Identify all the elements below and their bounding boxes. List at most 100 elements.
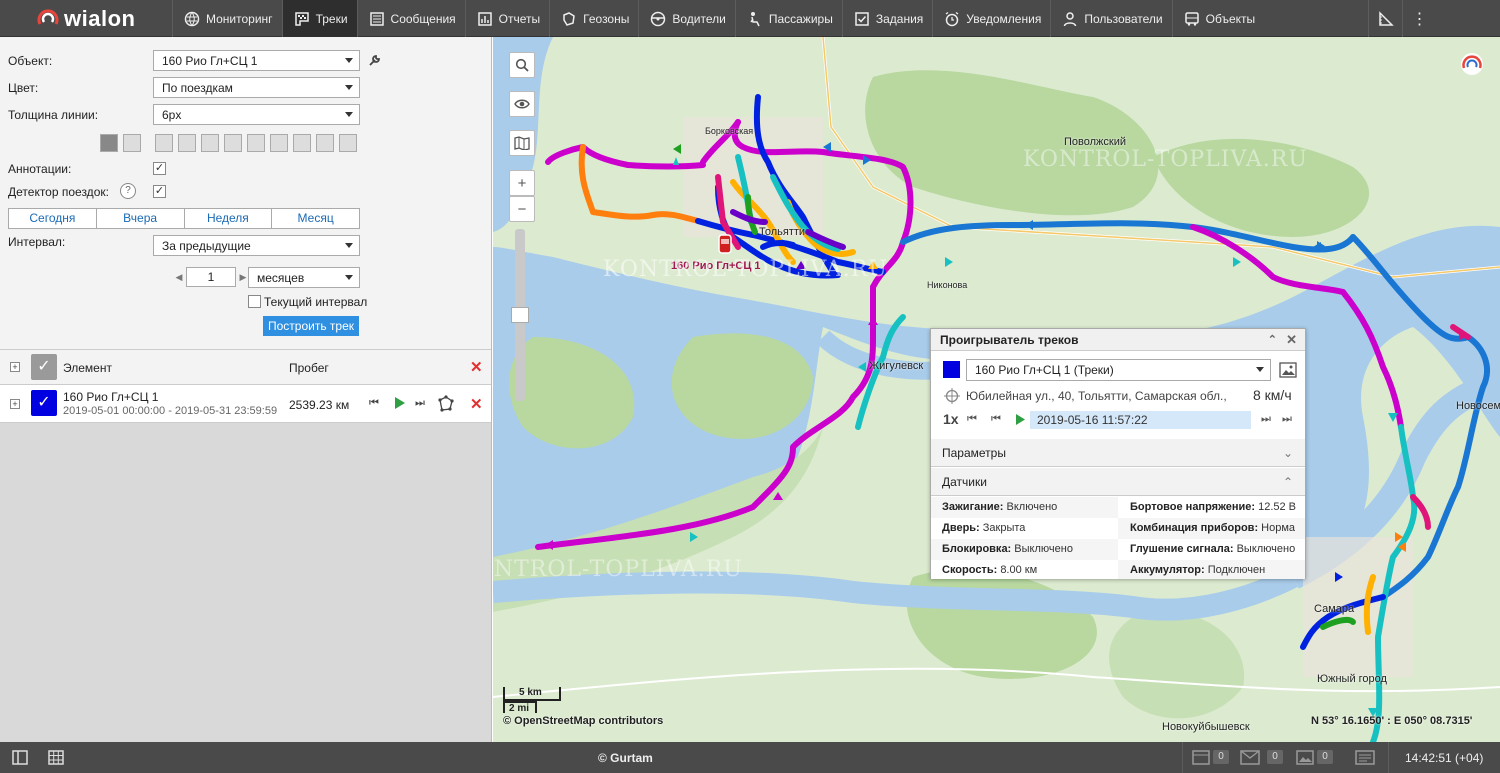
tab-month[interactable]: Месяц [272, 209, 359, 228]
zoom-slider[interactable] [511, 229, 529, 401]
track-number-icon[interactable] [100, 134, 118, 152]
map-view[interactable]: Тольятти Поволжский Жигулевск Самара Нов… [493, 37, 1500, 742]
stop-icon[interactable] [316, 134, 334, 152]
help-icon[interactable]: ? [120, 183, 136, 199]
wialon-logo[interactable]: wialon [0, 0, 172, 37]
flag-icon[interactable] [224, 134, 242, 152]
nav-users[interactable]: Пользователи [1050, 0, 1171, 37]
params-section-header[interactable]: Параметры ⌄ [931, 439, 1305, 467]
current-interval-checkbox[interactable] [248, 295, 261, 308]
nav-units[interactable]: Объекты [1171, 0, 1265, 37]
map-label-borkovskaya: Борковская [705, 126, 754, 136]
map-label-yuzhny: Южный город [1317, 673, 1387, 685]
delete-all-icon[interactable]: ✕ [470, 358, 483, 376]
sms-icon[interactable] [1192, 750, 1210, 765]
track-color-checkbox[interactable]: ✓ [31, 390, 57, 416]
mail-icon[interactable] [1240, 750, 1260, 765]
nav-monitoring[interactable]: Мониторинг [172, 0, 282, 37]
scale-bar-mi: 2 mi [503, 701, 537, 714]
build-track-button[interactable]: Построить трек [263, 316, 359, 336]
fast-forward-icon[interactable]: ⏭ [415, 397, 425, 410]
playback-timeline[interactable]: 2019-05-16 11:57:22 [1030, 411, 1251, 429]
sensor-value: Норма [1261, 522, 1296, 534]
nav-label: Задания [875, 11, 924, 26]
image-icon[interactable] [1296, 750, 1314, 765]
skip-to-start-icon[interactable]: ⏮ [967, 413, 977, 426]
rewind-icon[interactable]: ⏮ [369, 397, 379, 410]
track-row[interactable]: + ✓ 160 Рио Гл+СЦ 1 2019-05-01 00:00:00 … [0, 385, 491, 423]
play-icon[interactable] [1015, 413, 1026, 426]
speeding-icon[interactable] [178, 134, 196, 152]
trip-detector-checkbox[interactable]: ✓ [153, 185, 166, 198]
tab-week[interactable]: Неделя [185, 209, 273, 228]
expand-row-icon[interactable]: + [10, 399, 20, 409]
event-log-icon[interactable] [1355, 750, 1375, 765]
geofence-from-track-icon[interactable] [437, 395, 455, 413]
grid-layout-icon[interactable] [48, 750, 64, 765]
sensor-name: Блокировка: [942, 543, 1012, 555]
event-arrow-icon[interactable] [339, 134, 357, 152]
playback-speed-multiplier[interactable]: 1x [943, 411, 959, 427]
zoom-slider-handle[interactable] [511, 307, 529, 323]
scale-km-label: 5 km [519, 687, 542, 698]
trips-icon[interactable] [155, 134, 173, 152]
nav-geofences[interactable]: Геозоны [549, 0, 638, 37]
play-icon[interactable] [394, 396, 406, 410]
color-label: Цвет: [8, 81, 39, 95]
expand-all-icon[interactable]: + [10, 362, 20, 372]
parking-icon[interactable] [293, 134, 311, 152]
nav-passengers[interactable]: Пассажиры [734, 0, 842, 37]
line-width-select[interactable]: 6px [153, 104, 360, 125]
ruler-tool-button[interactable] [1368, 0, 1402, 37]
tracks-icon [294, 11, 309, 26]
nav-messages[interactable]: Сообщения [356, 0, 465, 37]
eye-icon [514, 99, 530, 109]
color-select[interactable]: По поездкам [153, 77, 360, 98]
watermark-text: KONTROL-TOPLIVA.RU [493, 557, 743, 582]
nav-drivers[interactable]: Водители [638, 0, 734, 37]
delete-track-icon[interactable]: ✕ [470, 395, 483, 413]
markers-icon[interactable] [123, 134, 141, 152]
tab-yesterday[interactable]: Вчера [97, 209, 185, 228]
map-search-button[interactable] [509, 52, 535, 78]
close-icon[interactable]: ✕ [1286, 329, 1297, 351]
more-menu-button[interactable]: ⋮ [1402, 0, 1436, 37]
step-forward-icon[interactable]: ⏭ [1261, 413, 1271, 426]
interval-count-input[interactable]: 1 [186, 267, 236, 287]
step-back-icon[interactable]: ⏮ [991, 413, 1001, 426]
map-layers-visibility-button[interactable] [509, 91, 535, 117]
sensors-section-header[interactable]: Датчики ⌃ [931, 468, 1305, 496]
empty-list-area [0, 423, 491, 742]
interval-select[interactable]: За предыдущие [153, 235, 360, 256]
object-select[interactable]: 160 Рио Гл+СЦ 1 [153, 50, 360, 71]
panel-layout-icon[interactable] [12, 750, 28, 765]
nav-label: Геозоны [583, 11, 630, 26]
zoom-in-button[interactable]: + [509, 170, 535, 196]
sensor-name: Зажигание: [942, 501, 1004, 513]
decrement-arrow-icon[interactable]: ◀ [172, 272, 186, 283]
select-all-checkbox[interactable]: ✓ [31, 354, 57, 380]
nav-notifications[interactable]: Уведомления [932, 0, 1050, 37]
tab-today[interactable]: Сегодня [9, 209, 97, 228]
sensor-blocking: Блокировка: Выключено [942, 543, 1073, 555]
skip-to-end-icon[interactable]: ⏭ [1282, 413, 1292, 426]
wrench-icon[interactable] [368, 54, 381, 67]
nav-tracks[interactable]: Треки [281, 0, 357, 37]
annotations-checkbox[interactable]: ✓ [153, 162, 166, 175]
nav-tasks[interactable]: Задания [841, 0, 932, 37]
picture-icon[interactable] [1279, 362, 1297, 378]
video-icon[interactable] [270, 134, 288, 152]
fuel-icon[interactable] [201, 134, 219, 152]
track-player-window: Проигрыватель треков ⌃ ✕ 160 Рио Гл+СЦ 1… [930, 328, 1306, 579]
player-track-select[interactable]: 160 Рио Гл+СЦ 1 (Треки) [966, 359, 1271, 381]
zoom-out-button[interactable]: − [509, 196, 535, 222]
image-icon[interactable] [247, 134, 265, 152]
map-type-button[interactable] [509, 130, 535, 156]
collapse-icon[interactable]: ⌃ [1268, 329, 1277, 351]
sensor-value: Включено [1006, 501, 1058, 513]
nav-reports[interactable]: Отчеты [464, 0, 549, 37]
interval-unit-select[interactable]: месяцев [248, 267, 360, 288]
track-player-header[interactable]: Проигрыватель треков ⌃ ✕ [931, 329, 1305, 351]
sensor-value: 12.52 В [1258, 501, 1297, 513]
kebab-icon: ⋮ [1411, 10, 1428, 28]
